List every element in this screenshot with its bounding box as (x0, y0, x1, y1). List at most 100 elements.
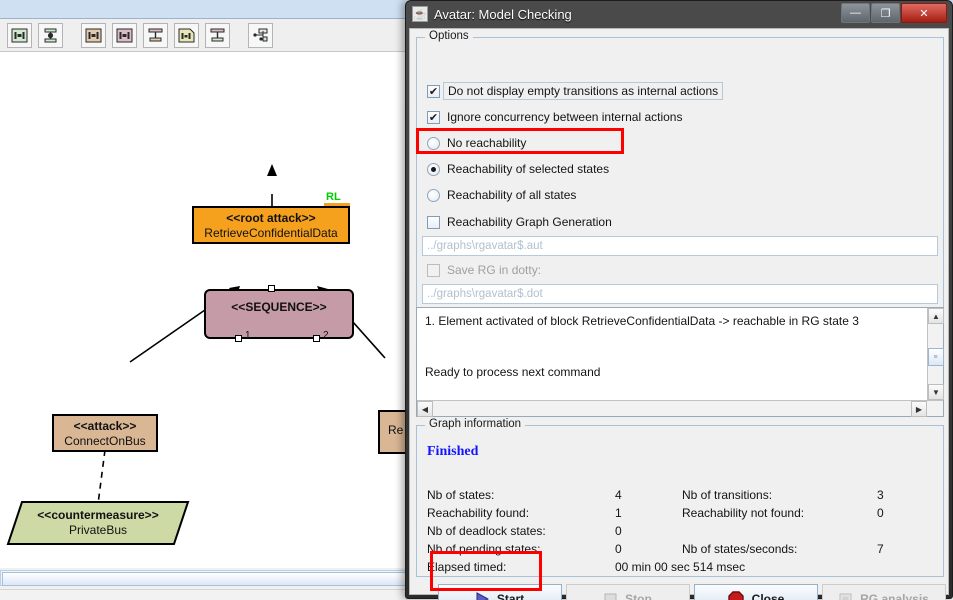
radio-row-reachability-all-states[interactable]: Reachability of all states (427, 188, 576, 202)
checkbox-label-ignore-concurrency: Ignore concurrency between internal acti… (447, 110, 683, 124)
toolbar-block-button[interactable] (7, 22, 32, 48)
start-button[interactable]: Start (438, 584, 562, 600)
sequence-port-1[interactable] (235, 335, 242, 342)
stat-label-reachability-not-found: Reachability not found: (682, 506, 805, 520)
log-scroll-up-arrow[interactable]: ▲ (928, 308, 944, 324)
checkbox-label-rg-generation: Reachability Graph Generation (447, 215, 612, 229)
log-line-2: Ready to process next command (425, 365, 601, 379)
toolbar-junction-button[interactable] (143, 22, 168, 48)
diagram-node-sequence[interactable]: <<SEQUENCE>> (204, 289, 354, 339)
diagram-node-countermeasure[interactable]: <<countermeasure>> PrivateBus (8, 502, 188, 544)
graph-icon (253, 28, 268, 41)
stat-value-states: 4 (615, 488, 622, 502)
aut-path-value: ../graphs\rgavatar$.aut (427, 240, 543, 252)
aut-path-input[interactable]: ../graphs\rgavatar$.aut (422, 236, 938, 256)
graph-information-group: Graph information Finished Nb of states:… (416, 418, 944, 577)
window-controls: — ❐ ✕ (840, 3, 947, 23)
junction-icon (148, 28, 163, 41)
node-stereotype: <<root attack>> (226, 211, 316, 225)
node-name: RetrieveConfidentialData (204, 226, 338, 240)
stat-value-deadlock-states: 0 (615, 524, 622, 538)
log-scroll-right-arrow[interactable]: ▶ (911, 401, 927, 417)
toolbar-connector-button[interactable] (38, 22, 63, 48)
toolbar-attack-button[interactable] (81, 22, 106, 48)
sequence-port-top[interactable] (268, 285, 275, 292)
tee-icon (210, 28, 225, 41)
stat-value-transitions: 3 (877, 488, 884, 502)
stat-label-states-per-second: Nb of states/seconds: (682, 542, 798, 556)
radio-row-no-reachability[interactable]: No reachability (427, 136, 526, 150)
connector-icon (44, 28, 57, 42)
radio-label-no-reachability: No reachability (447, 136, 527, 150)
radio-label-reachability-all-states: Reachability of all states (447, 188, 577, 202)
toolbar-composition-button[interactable] (112, 22, 137, 48)
stat-value-reachability-not-found: 0 (877, 506, 884, 520)
stat-label-elapsed: Elapsed timed: (427, 560, 507, 574)
play-icon (476, 592, 489, 600)
close-window-button[interactable]: ✕ (901, 3, 947, 23)
radio-row-reachability-selected-states[interactable]: Reachability of selected states (427, 162, 609, 176)
checkbox-rg-generation[interactable]: ✔ (427, 215, 440, 229)
checkbox-save-dotty[interactable]: ✔ (427, 263, 440, 277)
node-name: PrivateBus (68, 523, 128, 537)
stop-button[interactable]: Stop (566, 584, 690, 600)
log-line-1: 1. Element activated of block RetrieveCo… (425, 314, 859, 328)
node-name: ConnectOnBus (64, 434, 146, 448)
log-vscroll-thumb[interactable]: ≡ (928, 348, 944, 366)
stat-label-states: Nb of states: (427, 488, 495, 502)
checkbox-ignore-concurrency[interactable]: ✔ (427, 110, 440, 124)
log-vertical-scrollbar[interactable]: ▲ ≡ ▼ (927, 308, 944, 400)
node-stereotype: <<countermeasure>> (37, 508, 159, 522)
graph-status: Finished (427, 444, 479, 459)
rg-analysis-button-label: RG analysis (860, 592, 929, 600)
root-attack-tag: RL (326, 191, 341, 203)
close-button-label: Close (751, 592, 785, 600)
stop-square-icon (604, 593, 617, 600)
radio-no-reachability[interactable] (427, 136, 440, 150)
start-button-label: Start (496, 592, 525, 600)
stat-value-elapsed: 00 min 00 sec 514 msec (615, 560, 746, 574)
checkbox-row-save-dotty[interactable]: ✔ Save RG in dotty: (427, 263, 541, 277)
log-scroll-left-arrow[interactable]: ◀ (417, 401, 433, 417)
toolbar-graph-button[interactable] (248, 22, 273, 48)
checkbox-row-no-empty-transitions[interactable]: ✔ Do not display empty transitions as in… (427, 82, 724, 100)
radio-reachability-all-states[interactable] (427, 188, 440, 202)
analysis-icon (839, 593, 852, 600)
checkbox-row-ignore-concurrency[interactable]: ✔ Ignore concurrency between internal ac… (427, 110, 682, 124)
log-horizontal-scrollbar[interactable]: ◀ ▶ (417, 400, 943, 417)
toolbar-tee-button[interactable] (205, 22, 230, 48)
dialog-body: Options ✔ Do not display empty transitio… (409, 28, 949, 600)
diagram-node-attack[interactable]: <<attack>> ConnectOnBus (52, 414, 158, 452)
sequence-port-1-label: 1 (245, 330, 251, 341)
toolbar-note-button[interactable] (174, 22, 199, 48)
sequence-port-2[interactable] (313, 335, 320, 342)
java-coffee-cup-icon: ☕ (412, 6, 428, 22)
checkbox-row-rg-generation[interactable]: ✔ Reachability Graph Generation (427, 215, 612, 229)
options-group-title: Options (425, 30, 473, 42)
dot-path-value: ../graphs\rgavatar$.dot (427, 288, 543, 300)
checkbox-label-no-empty-transitions: Do not display empty transitions as inte… (443, 82, 724, 100)
diagram-node-root-attack[interactable]: <<root attack>> RetrieveConfidentialData (192, 206, 350, 244)
note-icon (178, 28, 195, 42)
stat-label-deadlock-states: Nb of deadlock states: (427, 524, 546, 538)
node-stereotype: <<SEQUENCE>> (231, 300, 327, 314)
block-icon (11, 28, 28, 42)
screen: RL <<root attack>> RetrieveConfidentialD… (0, 0, 953, 600)
rg-analysis-button[interactable]: RG analysis (822, 584, 946, 600)
composition-icon (116, 28, 133, 42)
log-output-panel[interactable]: 1. Element activated of block RetrieveCo… (416, 307, 944, 417)
dot-path-input[interactable]: ../graphs\rgavatar$.dot (422, 284, 938, 304)
log-scroll-down-arrow[interactable]: ▼ (928, 384, 944, 400)
close-button[interactable]: Close (694, 584, 818, 600)
dialog-title: Avatar: Model Checking (434, 6, 572, 22)
minimize-button[interactable]: — (841, 3, 870, 23)
stat-label-reachability-found: Reachability found: (427, 506, 530, 520)
radio-reachability-selected-states[interactable] (427, 162, 440, 176)
stat-value-pending-states: 0 (615, 542, 622, 556)
stat-value-states-per-second: 7 (877, 542, 884, 556)
dialog-button-bar: Start Stop Close RG analysis (416, 581, 946, 600)
maximize-button[interactable]: ❐ (871, 3, 900, 23)
checkbox-no-empty-transitions[interactable]: ✔ (427, 84, 440, 98)
radio-label-reachability-selected-states: Reachability of selected states (447, 162, 610, 176)
model-checking-dialog: ☕ Avatar: Model Checking — ❐ ✕ Options ✔… (405, 0, 953, 600)
